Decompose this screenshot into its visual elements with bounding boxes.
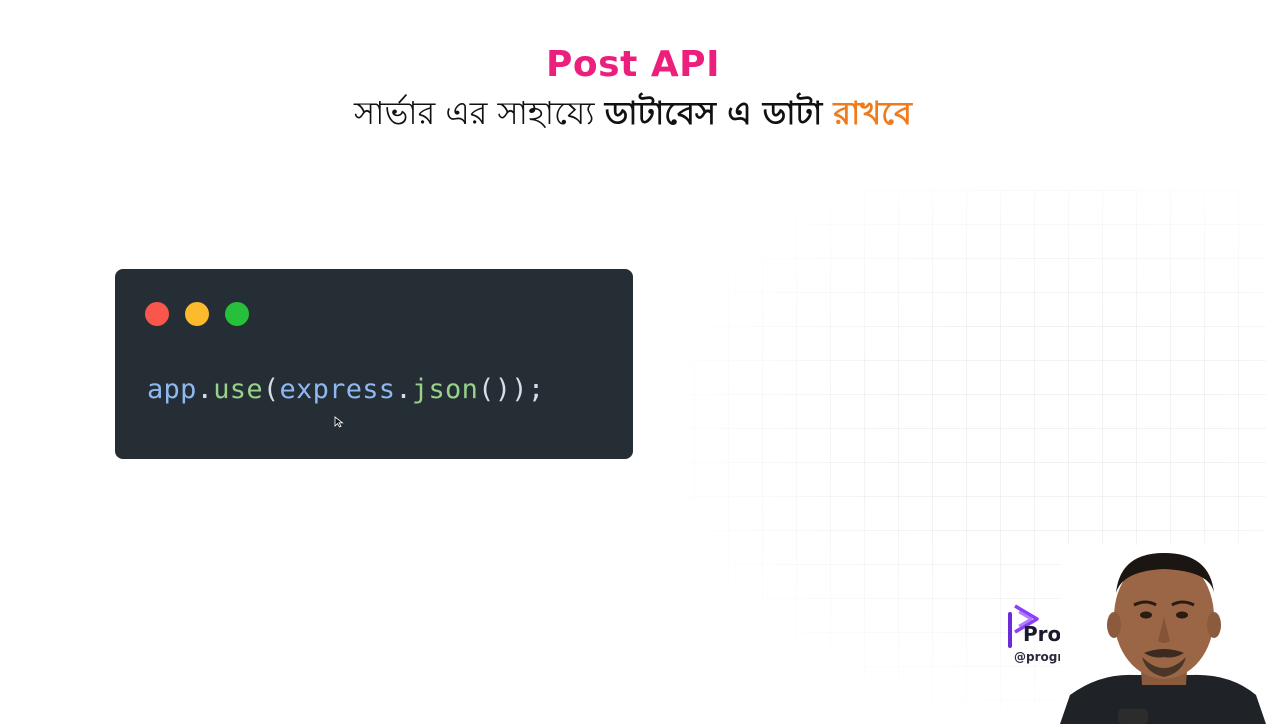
slide-subtitle: সার্ভার এর সাহায্যে ডাটাবেস এ ডাটা রাখবে <box>0 88 1266 142</box>
slide-title: Post API <box>546 44 720 85</box>
code-paren-open: ( <box>262 374 280 405</box>
subtitle-highlight: রাখবে <box>833 94 912 132</box>
code-window <box>115 269 633 459</box>
code-object: app <box>147 374 197 405</box>
code-paren-close: ()); <box>478 374 545 405</box>
code-dot: . <box>395 374 412 405</box>
window-maximize-dot <box>225 302 249 326</box>
code-arg-function: json <box>411 374 479 405</box>
subtitle-regular: সার্ভার এর সাহায্যে <box>354 94 605 132</box>
code-arg-object: express <box>279 374 396 405</box>
subtitle-bold: ডাটাবেস এ ডাটা <box>604 94 834 132</box>
presenter-webcam <box>1060 545 1266 724</box>
code-method: use <box>213 374 263 405</box>
code-line: app.use(express.json()); <box>147 374 544 405</box>
window-close-dot <box>145 302 169 326</box>
window-minimize-dot <box>185 302 209 326</box>
code-dot: . <box>196 374 214 405</box>
